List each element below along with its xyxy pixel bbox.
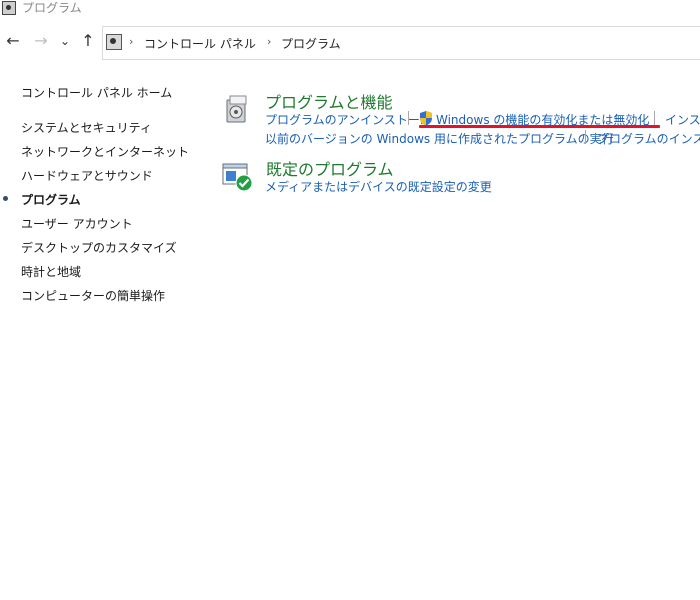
breadcrumb-separator-icon[interactable]: › [267, 35, 271, 48]
back-icon[interactable]: ← [4, 32, 22, 50]
address-box[interactable]: › コントロール パネル › プログラム [102, 26, 700, 60]
up-icon[interactable]: ↑ [79, 32, 97, 50]
default-programs-title[interactable]: 既定のプログラム [266, 156, 394, 180]
installed-updates-link[interactable]: インスト [665, 111, 700, 128]
window-title: プログラム [22, 0, 82, 15]
link-separator [408, 111, 409, 125]
sidebar-item-system-security[interactable]: システムとセキュリティ [21, 119, 152, 136]
sidebar-item-clock-region[interactable]: 時計と地域 [21, 263, 81, 280]
current-location-bullet [3, 196, 8, 201]
link-separator [585, 130, 586, 144]
control-panel-icon [2, 1, 16, 15]
recent-locations-icon[interactable]: ⌄ [58, 32, 72, 50]
default-programs-icon[interactable] [222, 162, 254, 192]
highlight-underline [419, 125, 660, 128]
sidebar-item-control-panel-home[interactable]: コントロール パネル ホーム [21, 84, 172, 101]
control-panel-location-icon [106, 34, 122, 50]
media-device-defaults-link[interactable]: メディアまたはデバイスの既定設定の変更 [265, 178, 492, 195]
sidebar-item-ease-of-access[interactable]: コンピューターの簡単操作 [21, 287, 165, 304]
compatibility-program-link[interactable]: 以前のバージョンの Windows 用に作成されたプログラムの実行 [265, 130, 614, 147]
title-bar: プログラム [0, 0, 700, 20]
sidebar-item-user-accounts[interactable]: ユーザー アカウント [21, 215, 133, 232]
sidebar-item-programs: プログラム [21, 193, 81, 207]
breadcrumb-control-panel[interactable]: コントロール パネル [144, 35, 256, 52]
uac-shield-icon [420, 111, 432, 126]
breadcrumb-programs[interactable]: プログラム [281, 35, 341, 52]
address-bar-row: ← → ⌄ ↑ › コントロール パネル › プログラム [0, 26, 700, 60]
uninstall-program-link[interactable]: プログラムのアンインストール [265, 111, 432, 128]
sidebar-item-network-internet[interactable]: ネットワークとインターネット [21, 143, 189, 160]
forward-icon[interactable]: → [32, 32, 50, 50]
programs-and-features-title[interactable]: プログラムと機能 [265, 89, 393, 113]
breadcrumb-separator-icon[interactable]: › [129, 35, 133, 48]
program-install-link[interactable]: プログラムのインストー [597, 130, 700, 147]
link-separator [654, 111, 655, 125]
sidebar-item-desktop-customize[interactable]: デスクトップのカスタマイズ [21, 239, 177, 256]
programs-and-features-icon[interactable] [224, 94, 250, 124]
sidebar-item-hardware-sound[interactable]: ハードウェアとサウンド [21, 167, 153, 184]
